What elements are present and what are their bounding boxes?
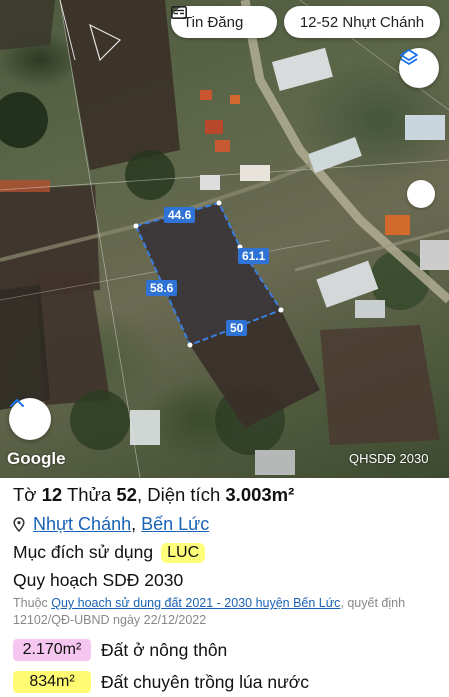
district-link[interactable]: Bến Lức — [141, 514, 209, 535]
parcel-location: Nhựt Chánh, Bến Lức — [13, 514, 209, 535]
zone-area-chip: 2.170m² — [13, 639, 91, 661]
layers-icon — [400, 49, 418, 65]
layers-button[interactable] — [399, 48, 439, 88]
map-side-handle[interactable] — [407, 180, 435, 208]
parcel-title: Tờ 12 Thửa 52, Diện tích 3.003m² — [13, 484, 295, 505]
edge-label-bottom: 50 — [226, 320, 248, 336]
ward-link[interactable]: Nhựt Chánh — [33, 514, 131, 535]
zone-row: 2.170m² Đất ở nông thôn — [13, 639, 227, 661]
land-use-purpose: Mục đích sử dụng LUC — [13, 542, 206, 563]
land-use-badge: LUC — [161, 542, 206, 563]
google-logo: Google — [7, 449, 66, 468]
planning-note: Thuộc Quy hoach sử dung đất 2021 - 2030 … — [13, 596, 406, 627]
satellite-map[interactable]: 44.6 61.1 58.6 50 Tin Đăng 12-52 Nhựt Ch… — [0, 0, 449, 478]
map-imagery — [0, 0, 449, 478]
sheet-number: 12 — [41, 484, 63, 505]
zone-label: Đất ở nông thôn — [101, 639, 228, 660]
planning-layer-label: QHSDĐ 2030 — [349, 451, 429, 466]
chevron-up-icon — [10, 399, 24, 407]
edge-label-top: 44.6 — [164, 207, 196, 223]
planning-decision-link[interactable]: Quy hoach sử dung đất 2021 - 2030 huyện … — [51, 596, 340, 610]
newspaper-icon — [171, 6, 187, 19]
plot-number: 52 — [116, 484, 137, 505]
zone-area-chip: 834m² — [13, 671, 91, 693]
location-chip-label: 12-52 Nhựt Chánh — [299, 13, 425, 31]
zone-row: 834m² Đất chuyên trồng lúa nước — [13, 671, 309, 693]
location-pin-icon — [13, 517, 25, 532]
edge-label-left: 58.6 — [146, 280, 178, 296]
planning-heading: Quy hoạch SDĐ 2030 — [13, 570, 184, 590]
post-chip-label: Tin Đăng — [183, 13, 244, 31]
zone-label: Đất chuyên trồng lúa nước — [101, 671, 310, 692]
parcel-area: 3.003m² — [225, 484, 295, 505]
parcel-info-panel: Tờ 12 Thửa 52, Diện tích 3.003m² Nhựt Ch… — [0, 478, 449, 697]
expand-up-button[interactable] — [9, 398, 51, 440]
post-chip-button[interactable]: Tin Đăng — [171, 6, 277, 38]
edge-label-right: 61.1 — [238, 248, 270, 264]
location-chip-button[interactable]: 12-52 Nhựt Chánh — [284, 6, 440, 38]
